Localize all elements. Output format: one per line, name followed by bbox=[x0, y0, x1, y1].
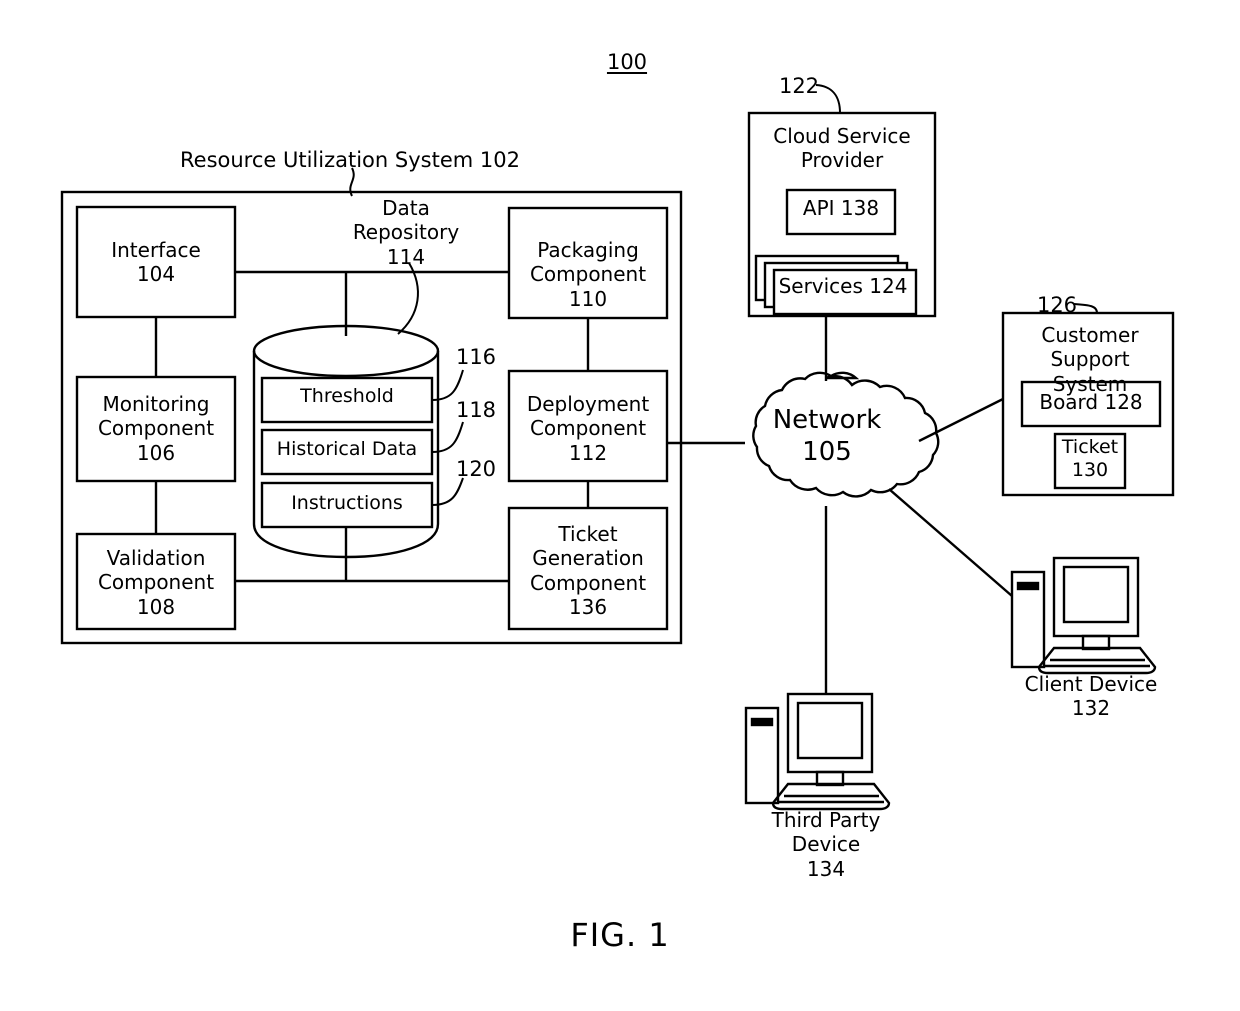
historical-data-leader bbox=[431, 421, 464, 453]
client-device-icon bbox=[1010, 556, 1157, 675]
figure-caption: FIG. 1 bbox=[570, 916, 670, 954]
instructions-label: Instructions bbox=[291, 492, 403, 514]
third-party-device-monitor bbox=[786, 692, 874, 774]
ticket-label: Ticket 130 bbox=[1061, 436, 1119, 482]
historical-data-label: Historical Data bbox=[276, 438, 418, 460]
threshold-reference-number: 116 bbox=[455, 345, 497, 369]
third-party-device-label: Third Party Device 134 bbox=[771, 808, 881, 881]
third-party-device-tower-slot bbox=[750, 717, 774, 727]
patent-figure: 100 Resource Utilization System 102 Inte… bbox=[0, 0, 1240, 1011]
validation-component-label: Validation Component 108 bbox=[97, 546, 215, 619]
ticket-generation-component-label: Ticket Generation Component 136 bbox=[529, 522, 647, 620]
instructions-reference-number: 120 bbox=[455, 457, 497, 481]
client-device-monitor bbox=[1052, 556, 1140, 638]
network-label: Network 105 bbox=[772, 405, 882, 467]
customer-support-system-reference-number: 126 bbox=[1036, 293, 1078, 317]
client-device-screen bbox=[1062, 565, 1130, 624]
figure-number: 100 bbox=[606, 50, 648, 74]
threshold-label: Threshold bbox=[300, 385, 394, 407]
customer-support-system-title: Customer Support System bbox=[1041, 323, 1139, 396]
threshold-leader bbox=[431, 369, 464, 401]
data-repository-leader bbox=[397, 262, 419, 335]
connector-network-customer-support bbox=[918, 397, 1004, 443]
client-device-label: Client Device 132 bbox=[1024, 672, 1158, 721]
third-party-device-screen bbox=[796, 701, 864, 760]
historical-data-reference-number: 118 bbox=[455, 398, 497, 422]
services-label: Services 124 bbox=[778, 274, 908, 298]
api-label: API 138 bbox=[802, 196, 880, 220]
deployment-component-label: Deployment Component 112 bbox=[526, 392, 650, 465]
connector-network-client-device bbox=[888, 488, 1013, 597]
packaging-component-label: Packaging Component 110 bbox=[529, 238, 647, 311]
data-repository-label: Data Repository 114 bbox=[352, 196, 460, 269]
third-party-device-icon bbox=[744, 692, 891, 811]
board-label: Board 128 bbox=[1039, 390, 1143, 414]
monitoring-component-label: Monitoring Component 106 bbox=[97, 392, 215, 465]
client-device-tower-slot bbox=[1016, 581, 1040, 591]
cloud-service-provider-reference-number: 122 bbox=[778, 74, 820, 98]
interface-label: Interface 104 bbox=[111, 238, 201, 287]
cloud-service-provider-title: Cloud Service Provider bbox=[773, 124, 911, 173]
resource-utilization-system-title: Resource Utilization System 102 bbox=[180, 148, 520, 172]
